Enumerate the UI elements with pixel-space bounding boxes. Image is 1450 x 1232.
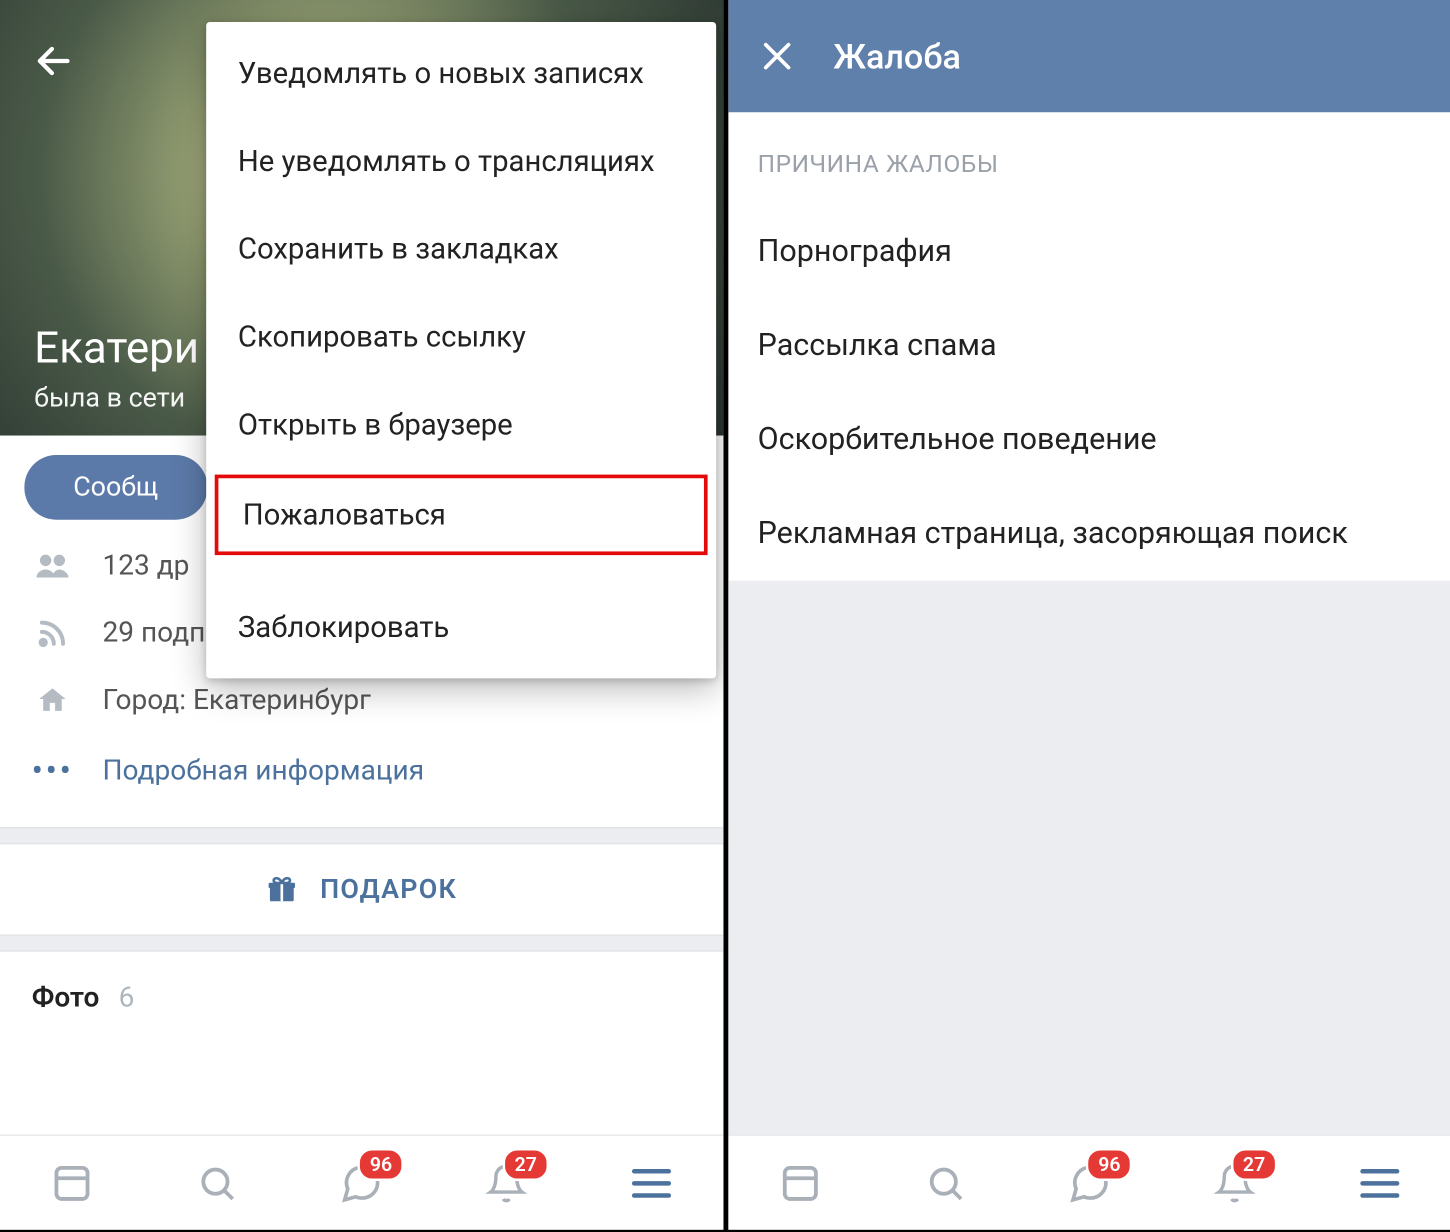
photos-label: Фото: [32, 981, 100, 1014]
messages-badge: 96: [358, 1147, 405, 1180]
profile-status: была в сети: [34, 383, 199, 414]
bottom-nav: 96 27: [728, 1135, 1450, 1230]
rss-icon: [34, 617, 71, 649]
menu-item-open-browser[interactable]: Открыть в браузере: [206, 381, 716, 469]
reason-porn[interactable]: Порнография: [728, 205, 1450, 299]
screen-profile: Екатери была в сети Сообщ 123 др 29 подп…: [0, 0, 723, 1230]
search-icon: [925, 1162, 966, 1203]
photos-section[interactable]: Фото 6: [0, 952, 723, 1043]
menu-item-block[interactable]: Заблокировать: [206, 583, 716, 671]
nav-notifications[interactable]: 27: [481, 1157, 532, 1208]
gift-button[interactable]: ПОДАРОК: [0, 844, 723, 934]
friends-icon: [34, 551, 71, 580]
menu-item-report[interactable]: Пожаловаться: [211, 471, 711, 559]
more-info-text: Подробная информация: [102, 754, 424, 787]
search-icon: [196, 1162, 237, 1203]
nav-feed[interactable]: [775, 1157, 826, 1208]
close-icon: [760, 39, 794, 73]
more-info-row[interactable]: ••• Подробная информация: [0, 733, 723, 807]
menu-item-copy-link[interactable]: Скопировать ссылку: [206, 293, 716, 381]
report-title: Жалоба: [833, 36, 961, 76]
feed-icon: [52, 1162, 93, 1203]
profile-name: Екатери: [34, 322, 199, 373]
menu-item-notify-posts[interactable]: Уведомлять о новых записях: [206, 29, 716, 117]
arrow-left-icon: [33, 40, 74, 81]
reason-spam[interactable]: Рассылка спама: [728, 299, 1450, 393]
nav-menu[interactable]: [1354, 1157, 1405, 1208]
reason-ad-spam[interactable]: Рекламная страница, засоряющая поиск: [728, 487, 1450, 581]
report-section-label: ПРИЧИНА ЖАЛОБЫ: [728, 112, 1450, 205]
notifications-badge: 27: [1231, 1147, 1278, 1180]
menu-item-no-notify-streams[interactable]: Не уведомлять о трансляциях: [206, 117, 716, 205]
photos-count: 6: [119, 981, 135, 1014]
home-icon: [34, 684, 71, 716]
separator: [0, 935, 723, 952]
context-menu: Уведомлять о новых записях Не уведомлять…: [206, 22, 716, 678]
report-header: Жалоба: [728, 0, 1450, 112]
nav-feed[interactable]: [47, 1157, 98, 1208]
nav-menu[interactable]: [625, 1157, 676, 1208]
message-button[interactable]: Сообщ: [24, 455, 207, 520]
friends-text: 123 др: [102, 549, 189, 582]
notifications-badge: 27: [502, 1147, 549, 1180]
nav-messages[interactable]: 96: [336, 1157, 387, 1208]
bottom-nav: 96 27: [0, 1135, 723, 1230]
nav-messages[interactable]: 96: [1064, 1157, 1115, 1208]
menu-item-bookmark[interactable]: Сохранить в закладках: [206, 205, 716, 293]
empty-area: [728, 581, 1450, 1135]
reason-offensive[interactable]: Оскорбительное поведение: [728, 393, 1450, 487]
messages-badge: 96: [1086, 1147, 1133, 1180]
nav-search[interactable]: [191, 1157, 242, 1208]
back-button[interactable]: [29, 37, 78, 86]
hamburger-icon: [630, 1166, 671, 1200]
gift-label: ПОДАРОК: [320, 874, 457, 905]
close-button[interactable]: [753, 32, 802, 81]
nav-search[interactable]: [920, 1157, 971, 1208]
city-text: Город: Екатеринбург: [102, 683, 370, 716]
screen-report: Жалоба ПРИЧИНА ЖАЛОБЫ Порнография Рассыл…: [728, 0, 1450, 1230]
hamburger-icon: [1359, 1166, 1400, 1200]
nav-notifications[interactable]: 27: [1209, 1157, 1260, 1208]
more-icon: •••: [34, 750, 71, 790]
separator: [0, 827, 723, 844]
feed-icon: [780, 1162, 821, 1203]
gift-icon: [266, 874, 298, 906]
